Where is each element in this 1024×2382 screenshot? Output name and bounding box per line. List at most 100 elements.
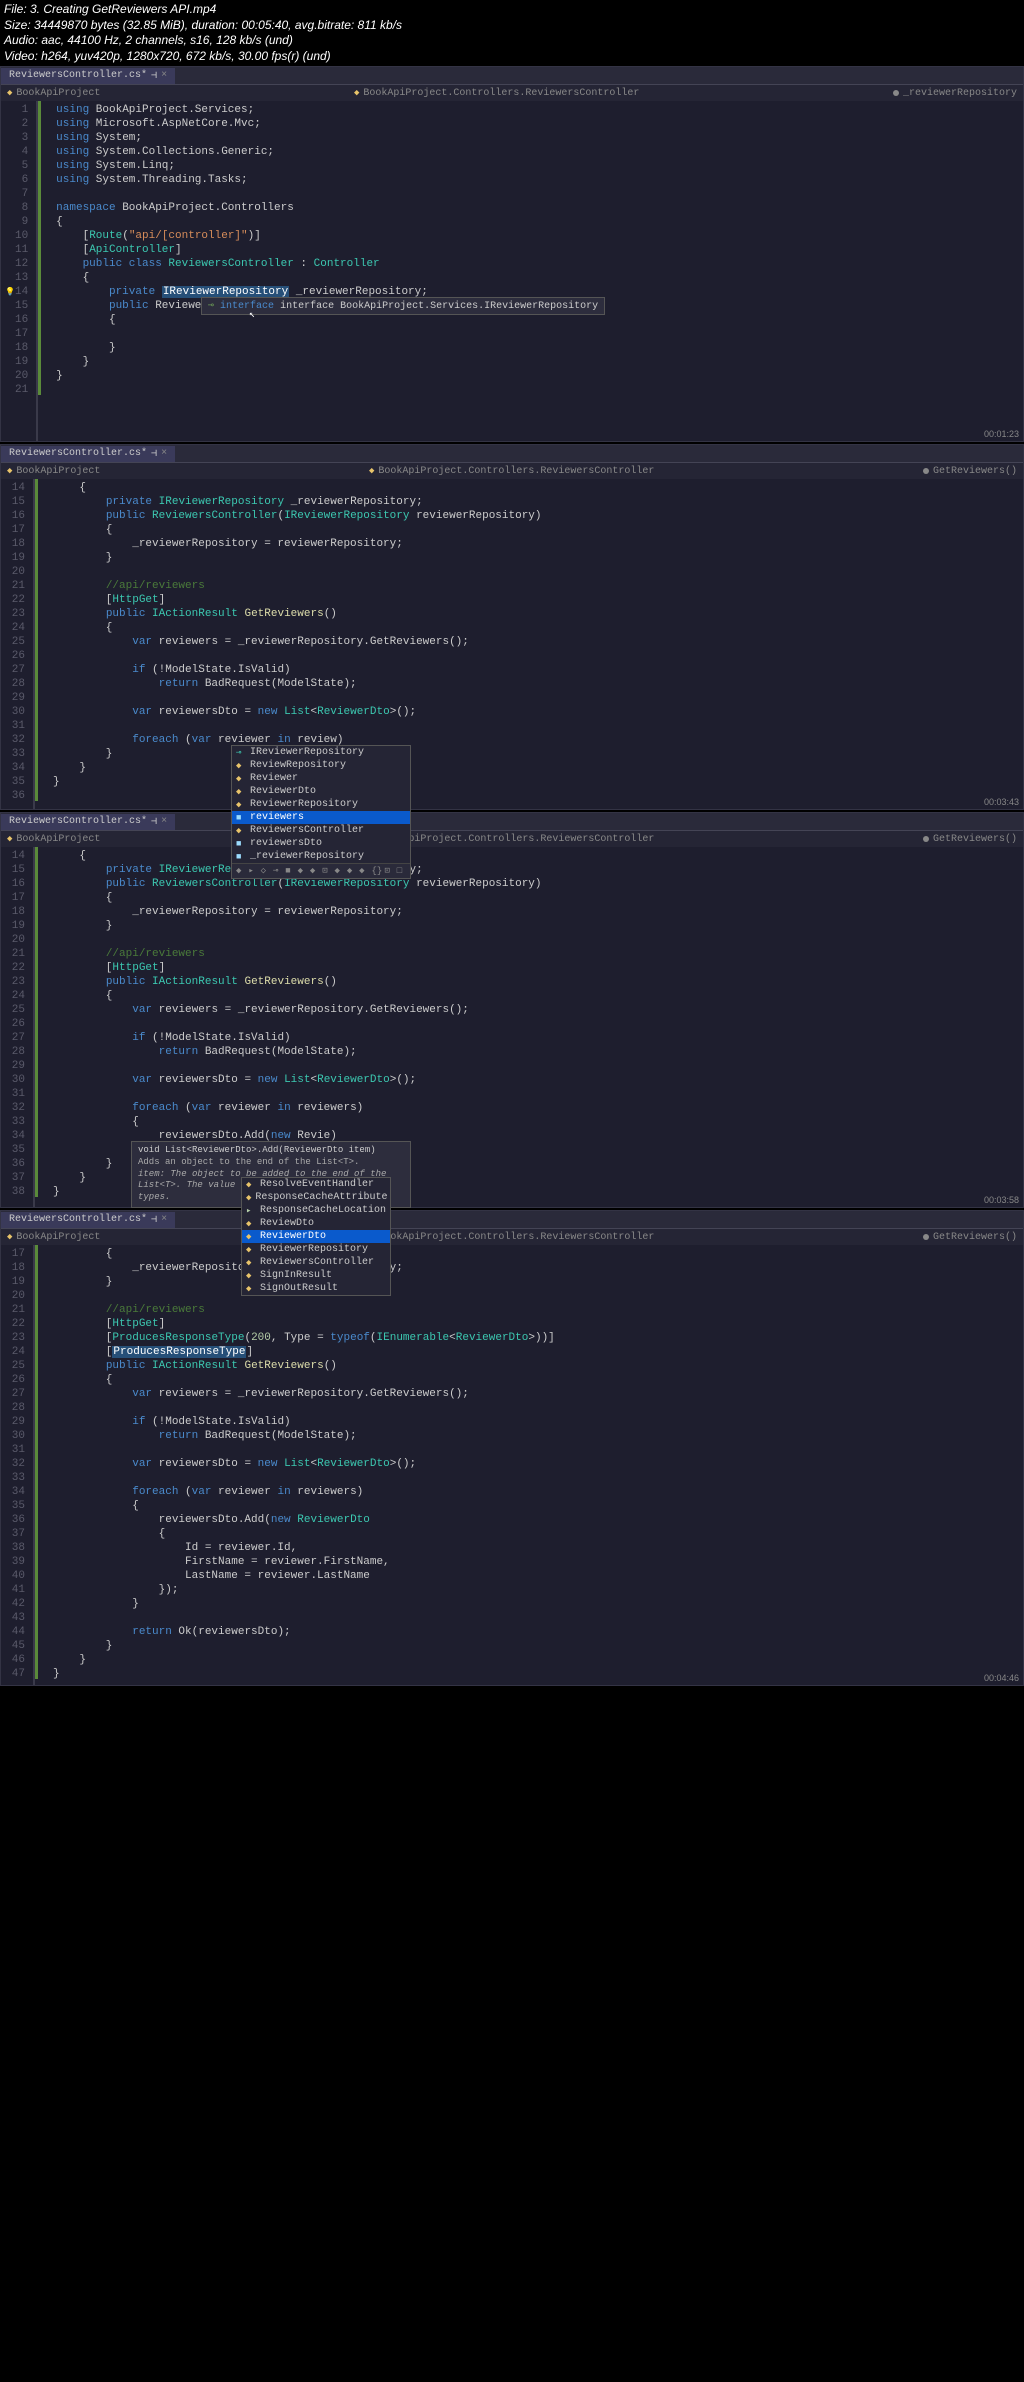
file-tab[interactable]: ReviewersController.cs* ⊣ × xyxy=(1,814,175,830)
breadcrumb-class[interactable]: BookApiProject.Controllers.ReviewersCont… xyxy=(378,834,654,845)
fold-gutter xyxy=(35,479,49,809)
tab-label: ReviewersController.cs* xyxy=(9,816,147,827)
intellisense-item[interactable]: ◆ReviewersController xyxy=(242,1256,390,1269)
filter-icon[interactable]: □ xyxy=(397,866,406,876)
intellisense-item[interactable]: ◆ReviewersController xyxy=(232,824,410,837)
filter-icon[interactable]: ◆ xyxy=(236,866,245,876)
class-icon: ◆ xyxy=(236,774,246,784)
timestamp: 00:03:58 xyxy=(984,1195,1019,1205)
pin-icon[interactable]: ⊣ xyxy=(151,816,157,828)
breadcrumb-project[interactable]: BookApiProject xyxy=(16,466,100,477)
code-editor[interactable]: 12345678910111213💡1415161718192021 using… xyxy=(1,101,1023,441)
intellisense-item[interactable]: ◆Reviewer xyxy=(232,772,410,785)
breadcrumb-project[interactable]: BookApiProject xyxy=(16,88,100,99)
intellisense-popup[interactable]: ◆ResolveEventHandler ◆ResponseCacheAttri… xyxy=(241,1177,391,1296)
intellisense-popup[interactable]: ⊸IReviewerRepository ◆ReviewRepository ◆… xyxy=(231,745,411,879)
intellisense-item[interactable]: ⊸IReviewerRepository xyxy=(232,746,410,759)
breadcrumb-member[interactable]: _reviewerRepository xyxy=(903,88,1017,99)
tab-bar: ReviewersController.cs* ⊣ × xyxy=(1,67,1023,85)
breadcrumb-member[interactable]: GetReviewers() xyxy=(933,1232,1017,1243)
csharp-icon: ◆ xyxy=(7,88,12,98)
filter-icon[interactable]: ⊡ xyxy=(322,866,331,876)
close-icon[interactable]: × xyxy=(161,1214,167,1225)
file-tab[interactable]: ReviewersController.cs* ⊣ × xyxy=(1,446,175,462)
filter-icon[interactable]: ▸ xyxy=(248,866,257,876)
meta-audio: Audio: aac, 44100 Hz, 2 channels, s16, 1… xyxy=(4,33,1020,49)
breadcrumb: ◆BookApiProject ◆BookApiProject.Controll… xyxy=(1,463,1023,479)
filter-icon[interactable]: ◇ xyxy=(261,866,270,876)
timestamp: 00:04:46 xyxy=(984,1673,1019,1683)
editor-panel-4: ReviewersController.cs* ⊣ × ◆BookApiProj… xyxy=(0,1210,1024,1686)
file-tab[interactable]: ReviewersController.cs* ⊣ × xyxy=(1,68,175,84)
breadcrumb-member[interactable]: GetReviewers() xyxy=(933,466,1017,477)
pin-icon[interactable]: ⊣ xyxy=(151,448,157,460)
code-editor[interactable]: 1415161718192021222324252627282930313233… xyxy=(1,847,1023,1207)
intellisense-item[interactable]: ◆ReviewerDto xyxy=(232,785,410,798)
line-gutter: 1415161718192021222324252627282930313233… xyxy=(1,479,35,809)
filter-icon[interactable]: ◆ xyxy=(310,866,319,876)
change-indicator xyxy=(35,847,38,1197)
close-icon[interactable]: × xyxy=(161,70,167,81)
breadcrumb-project[interactable]: BookApiProject xyxy=(16,1232,100,1243)
breadcrumb-project[interactable]: BookApiProject xyxy=(16,834,100,845)
tab-label: ReviewersController.cs* xyxy=(9,70,147,81)
close-icon[interactable]: × xyxy=(161,816,167,827)
line-gutter: 1415161718192021222324252627282930313233… xyxy=(1,847,35,1207)
breadcrumb-class[interactable]: BookApiProject.Controllers.ReviewersCont… xyxy=(378,466,654,477)
intellisense-item[interactable]: ◆ReviewDto xyxy=(242,1217,390,1230)
class-icon: ◆ xyxy=(246,1245,256,1255)
code-area[interactable]: { private IReviewerRepository _reviewerR… xyxy=(49,479,1023,809)
filter-icon[interactable]: ⊸ xyxy=(273,866,282,876)
meta-file: File: 3. Creating GetReviewers API.mp4 xyxy=(4,2,1020,18)
filter-icon[interactable]: ◆ xyxy=(298,866,307,876)
filter-icon[interactable]: ◆ xyxy=(335,866,344,876)
pin-icon[interactable]: ⊣ xyxy=(151,70,157,82)
lightbulb-icon[interactable]: 💡 xyxy=(5,288,15,297)
class-icon: ◆ xyxy=(236,800,246,810)
code-editor[interactable]: 1415161718192021222324252627282930313233… xyxy=(1,479,1023,809)
local-icon: ■ xyxy=(236,813,246,823)
intellisense-item[interactable]: ◆ResolveEventHandler xyxy=(242,1178,390,1191)
intellisense-item[interactable]: ■reviewersDto xyxy=(232,837,410,850)
fold-gutter xyxy=(35,847,49,1207)
class-icon: ◆ xyxy=(246,1258,256,1268)
intellisense-item[interactable]: ◆ReviewerRepository xyxy=(232,798,410,811)
class-icon: ◆ xyxy=(246,1219,256,1229)
intellisense-item-selected[interactable]: ◆ReviewerDto xyxy=(242,1230,390,1243)
file-tab[interactable]: ReviewersController.cs* ⊣ × xyxy=(1,1212,175,1228)
intellisense-item[interactable]: ◆ReviewRepository xyxy=(232,759,410,772)
tab-label: ReviewersController.cs* xyxy=(9,1214,147,1225)
code-editor[interactable]: 1718192021222324252627282930313233343536… xyxy=(1,1245,1023,1685)
fold-gutter xyxy=(38,101,52,441)
breadcrumb-member[interactable]: GetReviewers() xyxy=(933,834,1017,845)
class-icon: ◆ xyxy=(246,1284,256,1294)
filter-icon[interactable]: {} xyxy=(371,866,381,876)
intellisense-item[interactable]: ◆ResponseCacheAttribute xyxy=(242,1191,390,1204)
change-indicator xyxy=(35,479,38,801)
intellisense-item[interactable]: ◆SignInResult xyxy=(242,1269,390,1282)
filter-icon[interactable]: ⊡ xyxy=(384,866,393,876)
intellisense-item[interactable]: ■_reviewerRepository xyxy=(232,850,410,863)
field-icon xyxy=(893,90,899,96)
filter-icon[interactable]: ◆ xyxy=(347,866,356,876)
interface-icon: ⊸ xyxy=(236,748,246,758)
tab-bar: ReviewersController.cs* ⊣ × xyxy=(1,445,1023,463)
tab-label: ReviewersController.cs* xyxy=(9,448,147,459)
intellisense-item[interactable]: ◆SignOutResult xyxy=(242,1282,390,1295)
meta-size: Size: 34449870 bytes (32.85 MiB), durati… xyxy=(4,18,1020,34)
intellisense-item[interactable]: ▸ResponseCacheLocation xyxy=(242,1204,390,1217)
intellisense-item[interactable]: ◆ReviewerRepository xyxy=(242,1243,390,1256)
filter-icon[interactable]: ■ xyxy=(285,866,294,876)
tab-bar: ReviewersController.cs* ⊣ × xyxy=(1,1211,1023,1229)
breadcrumb-class[interactable]: BookApiProject.Controllers.ReviewersCont… xyxy=(378,1232,654,1243)
code-area[interactable]: using BookApiProject.Services; using Mic… xyxy=(52,101,1023,441)
class-icon: ◆ xyxy=(236,826,246,836)
pin-icon[interactable]: ⊣ xyxy=(151,1214,157,1226)
code-area[interactable]: { _reviewerRepository = reviewerReposito… xyxy=(49,1245,1023,1685)
video-metadata: File: 3. Creating GetReviewers API.mp4 S… xyxy=(0,0,1024,66)
breadcrumb-class[interactable]: BookApiProject.Controllers.ReviewersCont… xyxy=(363,88,639,99)
close-icon[interactable]: × xyxy=(161,448,167,459)
breadcrumb: ◆BookApiProject ◆BookApiProject.Controll… xyxy=(1,1229,1023,1245)
filter-icon[interactable]: ◆ xyxy=(359,866,368,876)
intellisense-item-selected[interactable]: ■reviewers xyxy=(232,811,410,824)
